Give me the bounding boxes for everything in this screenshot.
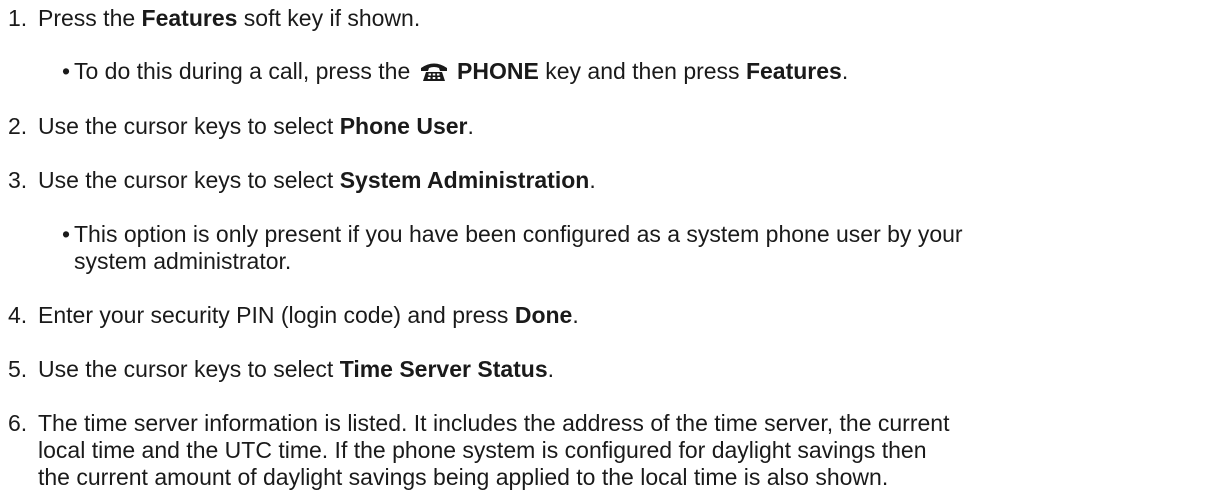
step-keyword: Features: [141, 5, 238, 31]
step-keyword: Features: [745, 58, 842, 84]
step-text: Use the cursor keys to select: [38, 167, 340, 193]
step-text: .: [547, 356, 555, 382]
phone-icon: [419, 60, 449, 88]
step-5: 5. Use the cursor keys to select Time Ser…: [8, 356, 554, 383]
step-text: .: [467, 113, 474, 139]
step-3: 3. Use the cursor keys to select System A…: [8, 167, 596, 194]
step-line: local time and the UTC time. If the phon…: [38, 437, 927, 463]
step-keyword: Time Server Status: [339, 356, 548, 382]
instructions-document: 1. Press the Features soft key if shown. …: [0, 0, 1228, 500]
step-number: 1.: [8, 5, 28, 31]
note-text: key and then press: [538, 58, 746, 84]
step-keyword: System Administration: [339, 167, 590, 193]
step-text: Enter your security PIN (login code) and…: [38, 302, 515, 328]
step-number: 6.: [8, 410, 28, 436]
step-keyword: Done: [514, 302, 573, 328]
key-label: PHONE: [457, 58, 539, 84]
step-text: Use the cursor keys to select: [38, 356, 340, 382]
step-text: .: [589, 167, 596, 193]
note-text: .: [841, 58, 849, 84]
step-keyword: Phone User: [339, 113, 468, 139]
bullet: •: [62, 58, 71, 84]
step-number: 4.: [8, 302, 28, 328]
step-2: 2. Use the cursor keys to select Phone Us…: [8, 113, 474, 140]
step-number: 5.: [8, 356, 28, 382]
step-line: The time server information is listed. I…: [38, 410, 950, 436]
step-text: soft key if shown.: [237, 5, 421, 31]
bullet: •: [62, 221, 71, 247]
step-line: the current amount of daylight savings b…: [38, 464, 889, 490]
step-6: 6. The time server information is listed…: [8, 410, 1218, 491]
note-line: This option is only present if you have …: [74, 221, 963, 247]
step-1-note: • To do this during a call, press the PH…: [62, 58, 848, 88]
step-number: 2.: [8, 113, 28, 139]
note-text: To do this during a call, press the: [74, 58, 417, 84]
note-line: system administrator.: [74, 248, 292, 274]
step-text: Use the cursor keys to select: [38, 113, 340, 139]
step-1: 1. Press the Features soft key if shown.: [8, 5, 420, 32]
step-text: .: [572, 302, 579, 328]
step-3-note: • This option is only present if you hav…: [62, 221, 1222, 275]
step-4: 4. Enter your security PIN (login code) a…: [8, 302, 579, 329]
step-text: Press the: [38, 5, 142, 31]
step-number: 3.: [8, 167, 28, 193]
